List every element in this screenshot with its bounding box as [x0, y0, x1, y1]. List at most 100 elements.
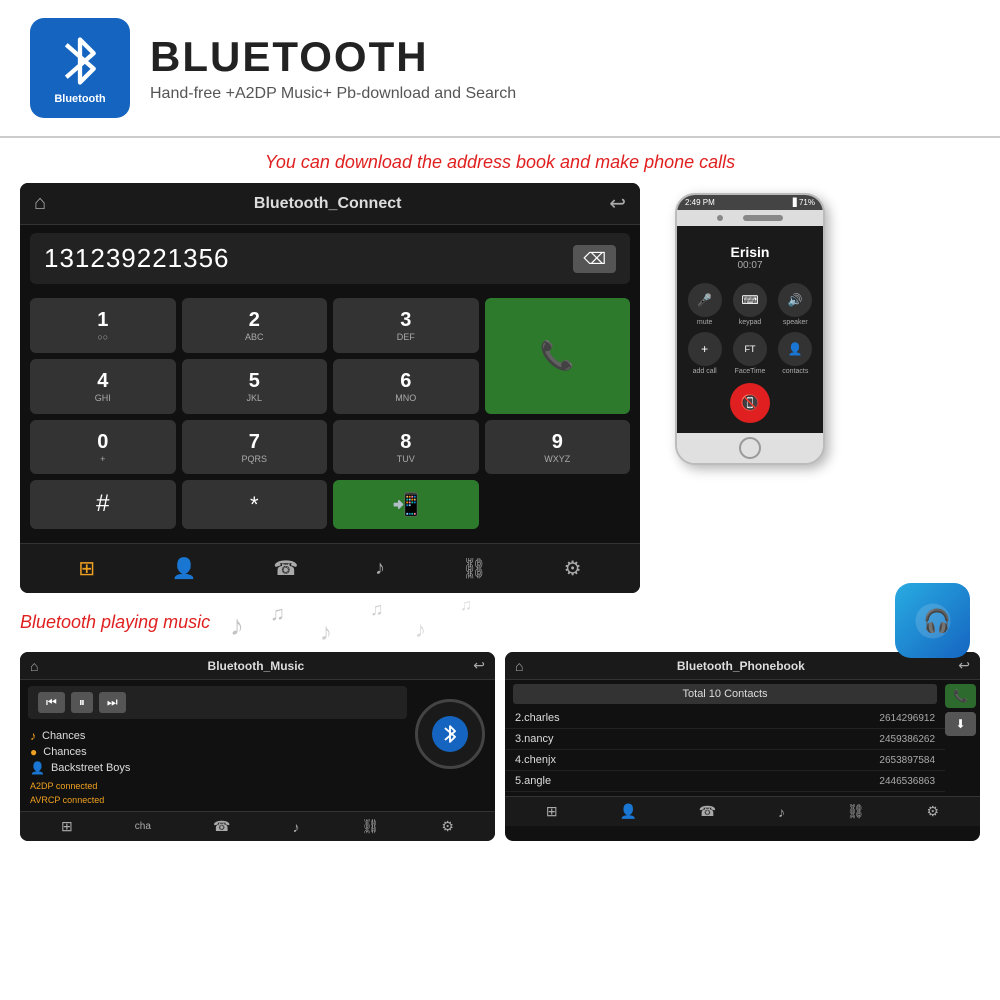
play-btn[interactable]: ⏸: [71, 692, 93, 713]
call-contact-btn[interactable]: 📞: [945, 684, 976, 708]
dial-5[interactable]: 5JKL: [182, 359, 328, 414]
add-call-btn[interactable]: +: [688, 332, 722, 366]
pb-sbb-apps[interactable]: ⊞: [546, 803, 558, 820]
bt-music-icon: 🎧: [895, 583, 970, 658]
artist-icon: ●: [30, 745, 37, 759]
phonebook-content: Total 10 Contacts 2.charles 2614296912 3…: [505, 680, 980, 792]
phone-screen: Erisin 00:07 🎤 mute ⌨ keypad 🔊 speaker: [677, 226, 823, 433]
add-call-label: add call: [685, 368, 724, 375]
dial-1[interactable]: 1○○: [30, 298, 176, 353]
track-row: ♪ Chances: [30, 729, 405, 743]
svg-text:♫: ♫: [270, 603, 285, 625]
dial-4[interactable]: 4GHI: [30, 359, 176, 414]
sbb-apps[interactable]: ⊞: [61, 818, 73, 835]
facetime-btn[interactable]: FT: [733, 332, 767, 366]
contacts-btn[interactable]: 👤: [778, 332, 812, 366]
dial-0[interactable]: 0+: [30, 420, 176, 475]
album-name: Backstreet Boys: [51, 762, 130, 774]
mute-btn[interactable]: 🎤: [688, 283, 722, 317]
dial-9[interactable]: 9WXYZ: [485, 420, 631, 475]
a2dp-status: A2DP connected: [20, 779, 415, 793]
download-contact-btn[interactable]: ⬇: [945, 712, 976, 736]
svg-text:♫: ♫: [460, 597, 472, 614]
phonebook-screen: ⌂ Bluetooth_Phonebook ↩ Total 10 Contact…: [505, 652, 980, 841]
header: Bluetooth BLUETOOTH Hand-free +A2DP Musi…: [0, 0, 1000, 138]
dialpad-input-row: 131239221356 ⌫: [30, 233, 630, 284]
sbb-link[interactable]: ⛓: [362, 818, 380, 835]
end-call-btn[interactable]: 📵: [730, 383, 770, 423]
album-row: 👤 Backstreet Boys: [30, 761, 405, 775]
contact-charles-num: 2614296912: [879, 713, 935, 724]
speaker-btn[interactable]: 🔊: [778, 283, 812, 317]
album-icon: 👤: [30, 761, 45, 775]
bottom-apps-icon[interactable]: ⊞: [78, 556, 95, 581]
bottom-contacts-icon[interactable]: 👤: [172, 556, 197, 581]
bluetooth-logo: Bluetooth: [30, 18, 130, 118]
bottom-phone-icon[interactable]: ☎: [273, 556, 298, 581]
sbb-settings[interactable]: ⚙: [441, 818, 454, 835]
pb-sbb-link[interactable]: ⛓: [847, 803, 865, 820]
dial-7[interactable]: 7PQRS: [182, 420, 328, 475]
phonebook-list: Total 10 Contacts 2.charles 2614296912 3…: [505, 680, 945, 792]
phone-time: 2:49 PM: [685, 198, 715, 207]
svg-text:🎧: 🎧: [923, 607, 951, 633]
dial-star[interactable]: *: [182, 480, 328, 529]
music-screen-title: Bluetooth_Music: [208, 659, 305, 673]
pb-sbb-bt[interactable]: ☎: [699, 803, 716, 820]
svg-text:♪: ♪: [230, 610, 244, 641]
bottom-music-icon[interactable]: ♪: [375, 557, 385, 580]
music-topbar: ⌂ Bluetooth_Music ↩: [20, 652, 495, 680]
keypad-btn[interactable]: ⌨: [733, 283, 767, 317]
album-art: [415, 699, 485, 769]
sbb-bt[interactable]: ☎: [213, 818, 230, 835]
next-btn[interactable]: ⏭: [99, 692, 126, 713]
dial-8[interactable]: 8TUV: [333, 420, 479, 475]
phone-home-button[interactable]: [739, 437, 761, 459]
header-subtitle: Hand-free +A2DP Music+ Pb-download and S…: [150, 85, 516, 103]
contact-row: 3.nancy 2459386262: [505, 729, 945, 750]
contact-row: 2.charles 2614296912: [505, 708, 945, 729]
page-title: BLUETOOTH: [150, 33, 516, 81]
artist-row: ● Chances: [30, 745, 405, 759]
back-icon[interactable]: ↩: [609, 191, 626, 216]
pb-sbb-music[interactable]: ♪: [778, 804, 785, 820]
delete-button[interactable]: ⌫: [573, 245, 616, 273]
call-timer: 00:07: [685, 260, 815, 271]
dial-3[interactable]: 3DEF: [333, 298, 479, 353]
music-controls: ⏮ ⏸ ⏭: [28, 686, 407, 719]
svg-text:♪: ♪: [415, 617, 426, 642]
phonebook-back-icon[interactable]: ↩: [958, 657, 970, 674]
contact-row: 4.chenjx 2653897584: [505, 750, 945, 771]
track-name: Chances: [42, 730, 85, 742]
phonebook-bottom-bar: ⊞ 👤 ☎ ♪ ⛓ ⚙: [505, 796, 980, 826]
call-end-button[interactable]: 📲: [333, 480, 479, 529]
contact-chenjx: 4.chenjx: [515, 754, 879, 766]
pb-sbb-contacts[interactable]: 👤: [619, 803, 636, 820]
sbb-music[interactable]: ♪: [292, 819, 299, 835]
keypad-label: keypad: [730, 319, 769, 326]
bottom-link-icon[interactable]: ⛓: [462, 556, 487, 581]
bt-album-icon: [432, 716, 468, 752]
phonebook-screen-title: Bluetooth_Phonebook: [677, 659, 805, 673]
call-button[interactable]: 📞: [485, 298, 631, 414]
artist-name: Chances: [43, 746, 86, 758]
phone-call-grid: 🎤 mute ⌨ keypad 🔊 speaker + add call: [685, 283, 815, 375]
music-bottom-bar: ⊞ cha ☎ ♪ ⛓ ⚙: [20, 811, 495, 841]
mute-label: mute: [685, 319, 724, 326]
contacts-label: contacts: [776, 368, 815, 375]
caller-name: Erisin: [685, 244, 815, 260]
facetime-label: FaceTime: [730, 368, 769, 375]
bottom-settings-icon[interactable]: ⚙: [564, 556, 582, 581]
prev-btn[interactable]: ⏮: [38, 692, 65, 713]
music-home-icon[interactable]: ⌂: [30, 658, 38, 674]
sbb-search[interactable]: cha: [135, 821, 151, 832]
contact-chenjx-num: 2653897584: [879, 755, 935, 766]
phonebook-home-icon[interactable]: ⌂: [515, 658, 523, 674]
dial-hash[interactable]: #: [30, 480, 176, 529]
pb-sbb-settings[interactable]: ⚙: [926, 803, 939, 820]
home-icon[interactable]: ⌂: [34, 192, 46, 215]
dialpad-bottom-bar: ⊞ 👤 ☎ ♪ ⛓ ⚙: [20, 543, 640, 593]
music-back-icon[interactable]: ↩: [473, 657, 485, 674]
dial-6[interactable]: 6MNO: [333, 359, 479, 414]
dial-2[interactable]: 2ABC: [182, 298, 328, 353]
